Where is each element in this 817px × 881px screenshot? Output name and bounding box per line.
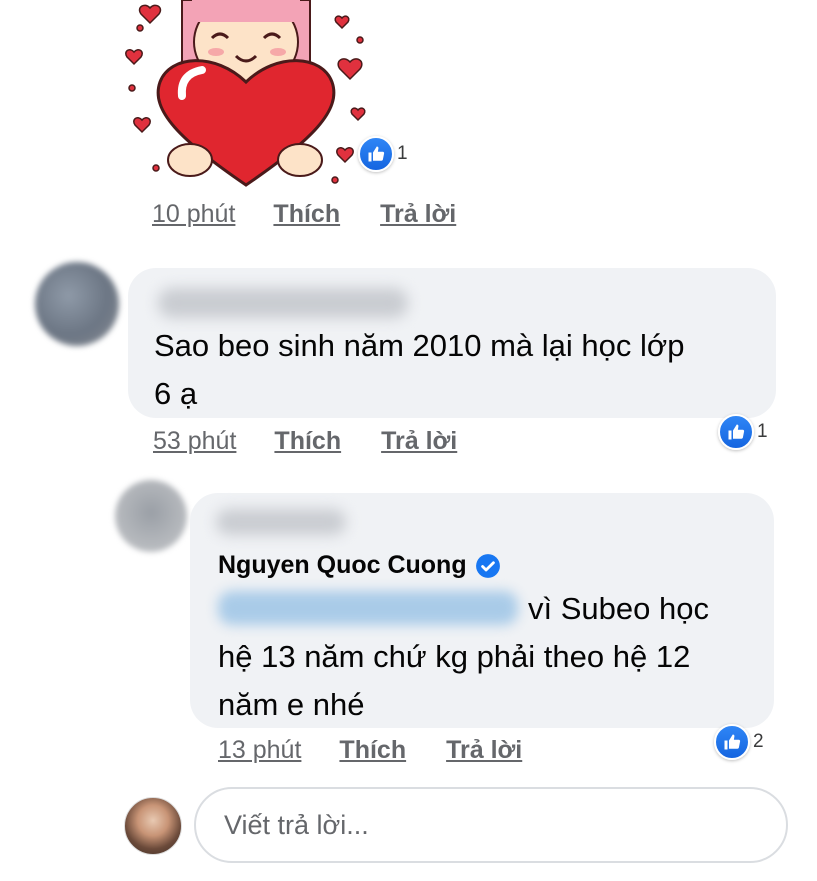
reaction-count-text: 2	[753, 731, 764, 752]
timestamp-link[interactable]: 53 phút	[153, 427, 236, 456]
comment-text-line: 6 ạ	[154, 376, 198, 411]
comment-text: Sao beo sinh năm 2010 mà lại học lớp 6 ạ	[154, 322, 764, 418]
avatar[interactable]	[115, 480, 187, 552]
like-reaction-icon	[718, 414, 754, 450]
like-reaction-icon	[714, 724, 750, 760]
reply-button[interactable]: Trả lời	[380, 200, 456, 229]
reply-button[interactable]: Trả lời	[446, 736, 522, 765]
reply-bubble: Nguyen Quoc Cuong vì Subeo học hệ 13 năm…	[190, 493, 774, 728]
current-user-avatar[interactable]	[124, 797, 182, 855]
comment-text-line: vì Subeo học	[528, 591, 709, 626]
reply-reaction-count[interactable]: 2	[714, 724, 764, 760]
timestamp-link[interactable]: 13 phút	[218, 736, 301, 765]
blurred-author-name	[216, 509, 346, 535]
like-reaction-icon	[358, 136, 394, 172]
blurred-author-name	[158, 288, 408, 318]
like-button[interactable]: Thích	[339, 736, 406, 765]
reply-actions: 13 phút Thích Trả lời	[218, 736, 562, 765]
sticker-actions: 10 phút Thích Trả lời	[152, 200, 496, 229]
comment-text: vì Subeo học hệ 13 năm chứ kg phải theo …	[218, 585, 768, 729]
reply-composer[interactable]	[194, 787, 788, 863]
reaction-count-text: 1	[757, 421, 768, 442]
reaction-count-text: 1	[397, 143, 408, 164]
comment-reaction-count[interactable]: 1	[718, 414, 768, 450]
comment-bubble: Sao beo sinh năm 2010 mà lại học lớp 6 ạ	[128, 268, 776, 418]
author-name[interactable]: Nguyen Quoc Cuong	[218, 551, 467, 580]
reply-input[interactable]	[222, 808, 786, 842]
comment-actions: 53 phút Thích Trả lời	[153, 427, 497, 456]
avatar[interactable]	[35, 262, 119, 346]
comment-text-line: hệ 13 năm chứ kg phải theo hệ 12	[218, 639, 691, 674]
comment-text-line: năm e nhé	[218, 687, 365, 722]
sticker-reaction-count[interactable]: 1	[358, 136, 408, 172]
like-button[interactable]: Thích	[273, 200, 340, 229]
verified-badge-icon	[475, 553, 500, 578]
like-button[interactable]: Thích	[274, 427, 341, 456]
heart-girl-sticker	[125, 0, 366, 187]
comment-author[interactable]: Nguyen Quoc Cuong	[218, 551, 501, 580]
comment-text-line: Sao beo sinh năm 2010 mà lại học lớp	[154, 328, 685, 363]
reply-button[interactable]: Trả lời	[381, 427, 457, 456]
timestamp-link[interactable]: 10 phút	[152, 200, 235, 229]
